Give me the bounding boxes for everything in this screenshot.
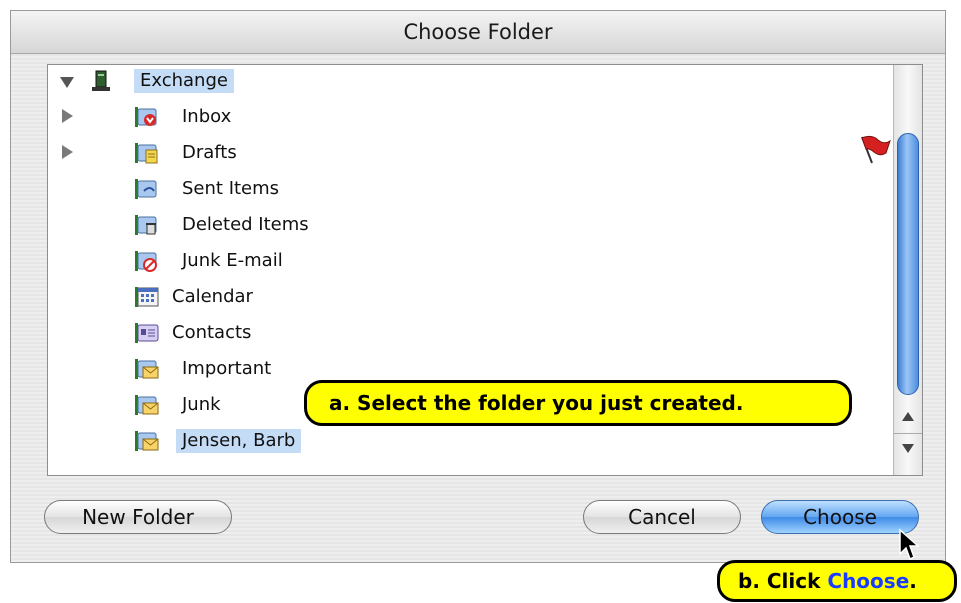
- scroll-arrow-divider: [894, 433, 922, 434]
- folder-row-drafts[interactable]: Drafts: [48, 137, 892, 169]
- disclosure-expanded-icon[interactable]: [60, 77, 74, 88]
- callout-click-choose: b. Click Choose.: [717, 560, 957, 602]
- mail-folder-icon: [135, 431, 159, 451]
- sent-items-folder-icon: [135, 179, 157, 199]
- folder-label-junk: Junk: [182, 394, 221, 415]
- folder-label-inbox: Inbox: [182, 106, 232, 127]
- folder-label-calendar: Calendar: [172, 286, 253, 307]
- disclosure-collapsed-icon[interactable]: [62, 145, 73, 159]
- folder-label-jensen-barb: Jensen, Barb: [176, 429, 302, 453]
- mail-folder-icon: [135, 395, 159, 415]
- folder-label-exchange: Exchange: [134, 69, 234, 93]
- folder-label-sent-items: Sent Items: [182, 178, 280, 199]
- folder-row-inbox[interactable]: Inbox: [48, 101, 892, 133]
- junk-email-folder-icon: [135, 251, 157, 272]
- mouse-pointer-icon: [899, 528, 920, 561]
- choose-button[interactable]: Choose: [761, 500, 919, 534]
- disclosure-collapsed-icon[interactable]: [62, 109, 73, 123]
- folder-row-sent-items[interactable]: Sent Items: [48, 173, 892, 205]
- scroll-down-arrow-icon[interactable]: [902, 444, 914, 453]
- inbox-folder-icon: [135, 107, 157, 127]
- scroll-up-arrow-icon[interactable]: [902, 412, 914, 421]
- folder-label-contacts: Contacts: [172, 322, 252, 343]
- callout-b-prefix: b. Click: [738, 569, 828, 593]
- dialog-title: Choose Folder: [11, 11, 945, 54]
- vertical-scrollbar[interactable]: [893, 65, 922, 475]
- callout-b-choose-link: Choose: [827, 569, 910, 593]
- folder-label-junk-email: Junk E-mail: [182, 250, 283, 271]
- contacts-folder-icon: [135, 323, 159, 343]
- scrollbar-thumb[interactable]: [897, 133, 919, 395]
- deleted-items-folder-icon: [135, 215, 157, 235]
- callout-select-folder: a. Select the folder you just created.: [304, 380, 852, 426]
- choose-folder-dialog: Choose Folder Exchange Inbox Drafts Sent…: [10, 10, 946, 563]
- folder-row-junk-email[interactable]: Junk E-mail: [48, 245, 892, 277]
- exchange-server-icon: [92, 70, 110, 91]
- folder-row-contacts[interactable]: Contacts: [48, 317, 892, 349]
- red-flag-icon: [861, 135, 891, 164]
- new-folder-button[interactable]: New Folder: [44, 500, 232, 534]
- folder-row-calendar[interactable]: Calendar: [48, 281, 892, 313]
- folder-row-deleted-items[interactable]: Deleted Items: [48, 209, 892, 241]
- folder-label-deleted-items: Deleted Items: [182, 214, 309, 235]
- calendar-folder-icon: [135, 287, 159, 307]
- drafts-folder-icon: [135, 143, 158, 164]
- folder-row-exchange[interactable]: Exchange: [48, 65, 892, 97]
- callout-b-suffix: .: [909, 569, 917, 593]
- folder-label-important: Important: [182, 358, 272, 379]
- cancel-button[interactable]: Cancel: [583, 500, 741, 534]
- folder-row-jensen-barb[interactable]: Jensen, Barb: [48, 425, 892, 457]
- folder-label-drafts: Drafts: [182, 142, 237, 163]
- mail-folder-icon: [135, 359, 159, 379]
